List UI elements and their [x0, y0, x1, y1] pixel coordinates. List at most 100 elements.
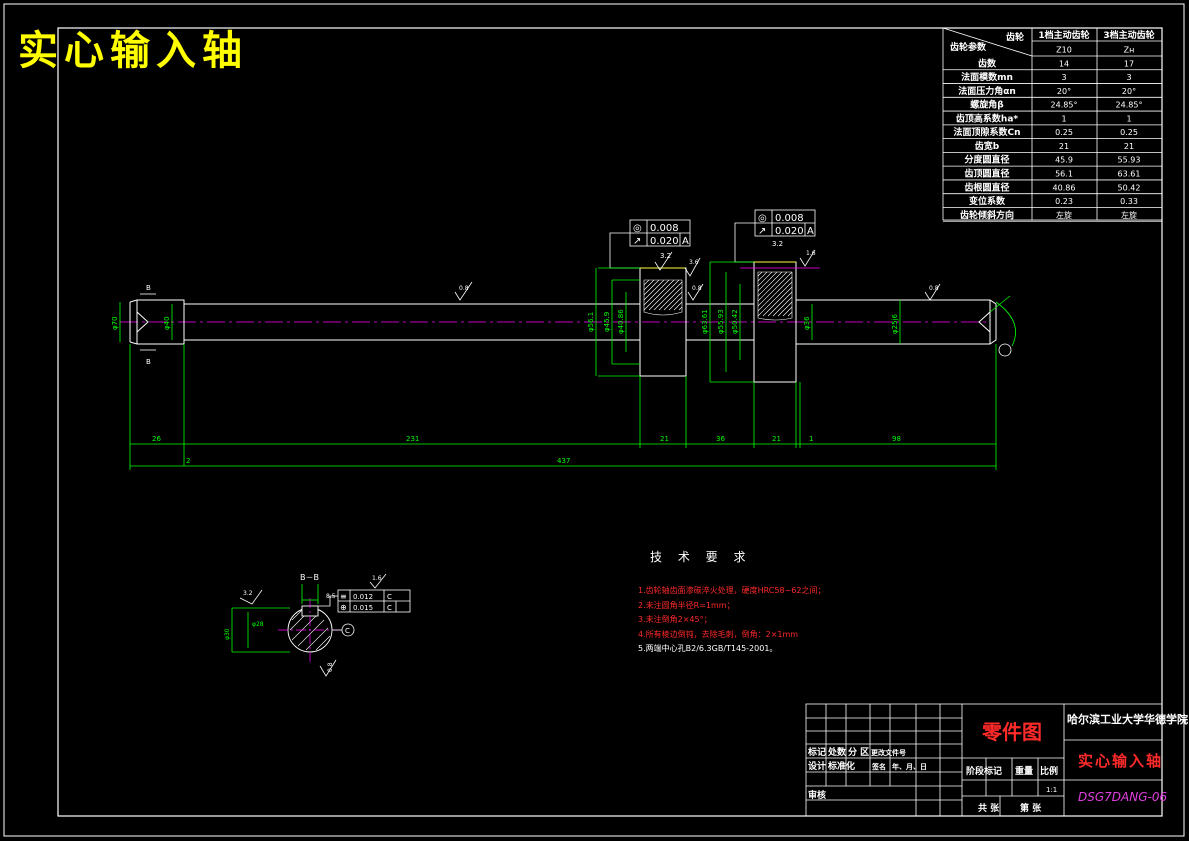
diameter-labels: φ70 φ40 φ56.1 φ45.9 φ40.86 φ63.61 φ55.93… [111, 309, 899, 334]
gear-table-row-v2: 55.93 [1118, 156, 1141, 165]
svg-text:φ50.42: φ50.42 [731, 309, 739, 334]
svg-text:437: 437 [557, 457, 570, 465]
tol2-runout-symbol: ◎ [758, 213, 767, 224]
gear-table-header-param: 齿轮参数 [950, 41, 987, 53]
gear-table-row-v1: 1 [1061, 114, 1066, 123]
tech-req-item-1: 1.齿轮轴齿面渗碳淬火处理，硬度HRC58~62之间； [638, 586, 826, 595]
tol1-circ-symbol: ↗ [633, 236, 641, 247]
gear-table-row-label: 齿轮倾斜方向 [960, 209, 1014, 221]
section-bb-key-width: 8.5 [326, 593, 336, 600]
axial-dimension-labels: 26 231 21 36 21 1 98 2 437 [152, 435, 901, 465]
tol1-circ-value: 0.020 [650, 236, 679, 247]
svg-text:98: 98 [892, 435, 901, 443]
gear-table-row-label: 变位系数 [969, 195, 1006, 207]
roughness-label-2: 3.6 [689, 259, 699, 266]
gear-table-row-label: 齿根圆直径 [964, 181, 1009, 193]
svg-text:φ25j6: φ25j6 [891, 314, 899, 334]
gear-table-row-v2: 左旋 [1121, 210, 1137, 220]
gear-table-row-v2: 21 [1124, 142, 1134, 151]
gear-table-row-v2: 0.25 [1120, 128, 1138, 137]
gear-table-row-v2: 0.33 [1120, 197, 1138, 206]
school-name: 哈尔滨工业大学华德学院 [1067, 713, 1188, 726]
gear-table-row-label: 法面模数mn [961, 71, 1013, 83]
gear-table-row-v1: Z10 [1056, 45, 1072, 54]
svg-text:比例: 比例 [1040, 765, 1058, 777]
tol2-circ-value: 0.020 [775, 226, 804, 237]
tech-req-item-2: 2.未注圆角半径R=1mm； [638, 600, 735, 610]
gear-table-row-label: 齿顶高系数ha* [956, 112, 1018, 124]
svg-text:φ40.86: φ40.86 [617, 309, 625, 334]
svg-text:签名: 签名 [871, 762, 886, 771]
gear-table-row-v2: 1 [1126, 114, 1131, 123]
section-bb-roughness-2: 0.8 [327, 662, 334, 672]
gear-table-row-label: 分度圆直径 [964, 154, 1009, 166]
svg-text:标准化: 标准化 [827, 760, 855, 772]
tol2-roughness: 3.2 [772, 240, 783, 248]
svg-text:1:1: 1:1 [1046, 786, 1057, 794]
svg-text:φ63.61: φ63.61 [701, 309, 709, 334]
svg-text:处数: 处数 [827, 746, 847, 758]
gear-table-col1: 1档主动齿轮 [1038, 29, 1089, 41]
gear-table-row-v2: 3 [1126, 73, 1131, 82]
section-bb-tol1-datum: C [387, 593, 392, 601]
gear-table-row-v1: 56.1 [1055, 169, 1073, 178]
section-bb-roughness: 3.2 [243, 590, 253, 597]
gear-table-row-v1: 3 [1061, 73, 1066, 82]
tech-requirements-title: 技 术 要 求 [650, 550, 752, 564]
part-drawing-label: 零件图 [982, 720, 1042, 744]
svg-text:第 张: 第 张 [1020, 802, 1042, 814]
section-bb-title: B－B [300, 573, 319, 582]
svg-text:标记: 标记 [807, 746, 826, 758]
svg-text:φ45.9: φ45.9 [603, 312, 611, 332]
tech-req-item-3: 3.未注倒角2×45°； [638, 615, 712, 624]
drawing-sheet: 齿轮齿轮参数 1档主动齿轮 3档主动齿轮 Z10 Zн 齿数 14 17 法面模数mn 3 3 法面压… [3, 3, 1185, 837]
svg-text:φ36: φ36 [803, 316, 811, 330]
svg-text:231: 231 [406, 435, 419, 443]
gear-table-col2: 3档主动齿轮 [1103, 29, 1154, 41]
gear-table-row-v2: 63.61 [1118, 169, 1141, 178]
section-bb-tol2-sym: ⊕ [340, 603, 347, 612]
svg-text:21: 21 [772, 435, 781, 443]
section-bb-roughness-top: 1.6 [372, 575, 382, 582]
gear-table-row-label: 法面顶隙系数Cn [953, 126, 1020, 138]
gear-table-header-gear: 齿轮 [1006, 31, 1024, 43]
gear-table-row-v1: 0.25 [1055, 128, 1073, 137]
svg-text:φ56.1: φ56.1 [587, 312, 595, 332]
gear-table-row-v1: 24.85° [1051, 101, 1078, 110]
section-bb-tol1: 0.012 [353, 593, 373, 601]
gear-table-row-v2: 20° [1122, 87, 1136, 96]
svg-text:21: 21 [660, 435, 669, 443]
section-mark-b-top: B [146, 284, 151, 292]
section-bb-dia2: φ28 [252, 621, 264, 628]
svg-text:重量: 重量 [1015, 765, 1033, 777]
section-bb-tol1-sym: ≡ [340, 592, 347, 601]
svg-text:26: 26 [152, 435, 161, 443]
gear-table-row-v1: 45.9 [1055, 156, 1073, 165]
gear-table-row-v1: 20° [1057, 87, 1071, 96]
svg-text:年、月、日: 年、月、日 [892, 762, 927, 771]
tol1-runout-symbol: ◎ [633, 223, 642, 234]
gear-table-row-v1: 21 [1059, 142, 1069, 151]
gear-table-row-v1: 0.23 [1055, 197, 1073, 206]
section-bb-dia1: φ30 [224, 628, 231, 640]
roughness-label-1: 0.8 [459, 285, 469, 292]
svg-text:审核: 审核 [808, 789, 826, 801]
drawing-title: 实心输入轴 [18, 28, 248, 74]
svg-text:φ70: φ70 [111, 316, 119, 330]
section-bb-tol2-datum: C [387, 604, 392, 612]
gear-table-row-v1: 14 [1059, 59, 1069, 68]
tech-req-item-5: 5.两端中心孔B2/6.3GB/T145-2001。 [638, 644, 778, 653]
svg-text:设计: 设计 [808, 760, 826, 772]
gear-table-row-v2: Zн [1124, 45, 1135, 54]
svg-text:2: 2 [186, 457, 190, 465]
axial-dimension-lines [129, 344, 997, 470]
section-mark-b-bottom: B [146, 358, 151, 366]
roughness-label-5: 0.8 [929, 285, 939, 292]
roughness-label-3: 0.8 [692, 285, 702, 292]
svg-text:更改文件号: 更改文件号 [871, 748, 906, 757]
gear-table-row-label: 齿数 [978, 57, 997, 69]
svg-text:共 张: 共 张 [978, 802, 1000, 814]
tol2-circ-symbol: ↗ [758, 226, 766, 237]
section-bb-datum: C [345, 627, 350, 635]
tech-req-item-4: 4.所有棱边倒钝，去除毛刺，倒角：2×1mm [638, 629, 799, 639]
